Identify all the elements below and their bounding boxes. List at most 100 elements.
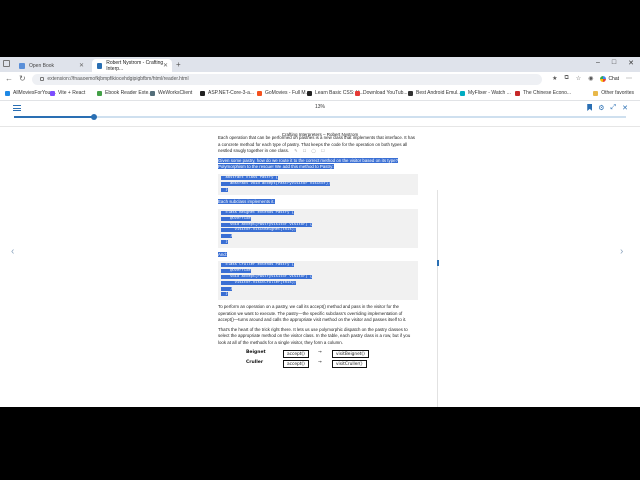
arrow-icon: → xyxy=(318,349,322,355)
code-block: class Cruller extends Pastry { @Override… xyxy=(218,261,418,301)
maximize-icon[interactable]: □ xyxy=(612,59,616,67)
bookmark-label: Vite + React xyxy=(58,90,86,96)
tab-crafting-interpreters[interactable]: Robert Nystrom - Crafting Interp... ✕ xyxy=(92,59,172,72)
highlighted-code[interactable]: class Cruller extends Pastry { @Override… xyxy=(221,263,313,297)
paragraph: That's the heart of the trick right ther… xyxy=(218,326,411,346)
settings-gear-icon[interactable]: ⚙ xyxy=(598,104,604,112)
book-page: Each operation that can be performed on … xyxy=(218,135,418,407)
bookmark-item[interactable]: Best Android Emul... xyxy=(408,90,461,96)
window-controls: – □ ✕ xyxy=(596,59,634,67)
close-window-icon[interactable]: ✕ xyxy=(628,59,634,67)
annotation-tools[interactable]: ✎ ☐ ◯ ☐ xyxy=(294,148,326,155)
bookmark-favicon-icon xyxy=(97,90,102,96)
code-block: class Beignet extends Pastry { @Override… xyxy=(218,208,418,248)
bookmark-label: The Chinese Econo... xyxy=(523,90,572,96)
reader-icons: ⚙ ⤢ ✕ xyxy=(587,104,628,112)
other-favorites-label: Other favorites xyxy=(601,90,634,96)
copilot-icon xyxy=(600,75,607,82)
back-icon[interactable]: ← xyxy=(5,74,13,83)
bookmark-item[interactable]: Vite + React xyxy=(50,90,85,96)
favorites-icon[interactable]: ☆ xyxy=(576,75,581,82)
bookmark-label: GoMovies - Full M... xyxy=(265,90,310,96)
tab-open-book[interactable]: Open Book ✕ xyxy=(14,59,88,72)
reader-favicon-icon xyxy=(97,62,103,69)
bookmark-item[interactable]: AllMoviesForYou ... xyxy=(5,90,56,96)
book-favicon-icon xyxy=(19,62,25,69)
paragraph: And: xyxy=(218,251,418,259)
visitor-diagram: Beignet accept() → visitBeignet() Crulle… xyxy=(218,349,418,370)
highlighted-text[interactable]: And: xyxy=(218,251,228,257)
bookmark-label: ASP.NET-Core-3-a... xyxy=(208,90,255,96)
highlighted-text[interactable]: Each subclass implements it. xyxy=(218,199,275,205)
more-icon[interactable]: ⋯ xyxy=(626,75,632,82)
fullscreen-icon[interactable]: ⤢ xyxy=(611,104,617,112)
bookmark-favicon-icon xyxy=(200,90,205,96)
bookmark-favicon-icon xyxy=(515,90,520,96)
diagram-box: visitCruller() xyxy=(332,359,367,368)
tab-label: Open Book xyxy=(29,62,55,69)
paragraph: To perform an operation on a pastry, we … xyxy=(218,304,407,323)
bookmarks-bar: Other favorites AllMoviesForYou ... Vite … xyxy=(0,87,640,101)
bookmark-favicon-icon xyxy=(307,90,312,96)
close-reader-icon[interactable]: ✕ xyxy=(622,104,628,112)
reader-toolbar: 13% ⚙ ⤢ ✕ xyxy=(0,101,640,127)
bookmark-label: Download YouTub... xyxy=(363,90,408,96)
address-bar: ← ↻ extension://fnaaoemofkjbmpfikiocehdg… xyxy=(0,72,640,87)
highlighted-text[interactable]: Given some pastry, how do we route it to… xyxy=(218,157,399,170)
next-page-icon[interactable]: › xyxy=(620,246,623,257)
diagram-box: visitBeignet() xyxy=(332,349,369,358)
tab-actions-icon[interactable] xyxy=(3,60,10,67)
bookmark-icon[interactable] xyxy=(587,104,593,111)
bookmark-item[interactable]: MyFlixer - Watch ... xyxy=(460,90,511,96)
diagram-row-label: Cruller xyxy=(246,359,264,365)
reload-icon[interactable]: ↻ xyxy=(19,74,26,83)
bookmark-item[interactable]: Download YouTub... xyxy=(355,90,408,96)
bookmark-label: MyFlixer - Watch ... xyxy=(468,90,511,96)
bookmark-item[interactable]: WeWorksClient xyxy=(150,90,192,96)
bookmark-label: Ebook Reader Exte... xyxy=(105,90,153,96)
tab-strip: Open Book ✕ Robert Nystrom - Crafting In… xyxy=(0,57,640,72)
bookmark-label: WeWorksClient xyxy=(158,90,193,96)
bookmark-item[interactable]: Ebook Reader Exte... xyxy=(97,90,153,96)
chat-label: Chat xyxy=(608,75,619,82)
bookmark-favicon-icon xyxy=(460,90,465,96)
url-text: extension://fnaaoemofkjbmpfikiocehdgipig… xyxy=(47,76,189,82)
arrow-icon: → xyxy=(318,359,322,365)
diagram-box: accept() xyxy=(283,349,309,358)
bookmark-item[interactable]: GoMovies - Full M... xyxy=(257,90,310,96)
star-icon[interactable]: ★ xyxy=(552,75,557,82)
new-tab-button[interactable]: + xyxy=(176,60,181,69)
other-favorites[interactable]: Other favorites xyxy=(593,90,634,96)
paragraph: Each subclass implements it. xyxy=(218,199,418,206)
folder-icon xyxy=(593,90,599,96)
toolbar-icons: ★ ⧉ ☆ ◉ Chat ⋯ xyxy=(552,75,632,82)
bookmark-favicon-icon xyxy=(5,90,10,96)
bookmark-favicon-icon xyxy=(257,90,262,96)
site-info-icon[interactable] xyxy=(40,76,44,81)
page-divider xyxy=(437,190,438,407)
close-tab-icon[interactable]: ✕ xyxy=(163,62,168,69)
progress-percent: 13% xyxy=(314,104,325,110)
table-of-contents-icon[interactable] xyxy=(13,105,21,111)
progress-slider[interactable] xyxy=(14,114,626,120)
bookmark-favicon-icon xyxy=(355,90,360,96)
profile-icon[interactable]: ◉ xyxy=(588,75,593,82)
progress-fill xyxy=(14,116,94,118)
prev-page-icon[interactable]: ‹ xyxy=(11,246,14,257)
progress-handle[interactable] xyxy=(90,114,97,120)
paragraph: Given some pastry, how do we route it to… xyxy=(218,157,418,171)
bookmark-item[interactable]: The Chinese Econo... xyxy=(515,90,571,96)
bookmark-item[interactable]: ASP.NET-Core-3-a... xyxy=(200,90,254,96)
extensions-icon[interactable]: ⧉ xyxy=(565,75,569,82)
bookmark-favicon-icon xyxy=(408,90,413,96)
chat-button[interactable]: Chat xyxy=(600,75,619,82)
bookmark-favicon-icon xyxy=(150,90,155,96)
url-field[interactable]: extension://fnaaoemofkjbmpfikiocehdgipig… xyxy=(32,74,542,85)
minimize-icon[interactable]: – xyxy=(596,59,600,67)
highlighted-code[interactable]: abstract class Pastry { abstract void ac… xyxy=(221,175,331,192)
close-tab-icon[interactable]: ✕ xyxy=(79,62,84,69)
bookmark-favicon-icon xyxy=(50,90,55,96)
paragraph: Each operation that can be performed on … xyxy=(218,135,418,155)
scroll-indicator xyxy=(437,260,439,266)
highlighted-code[interactable]: class Beignet extends Pastry { @Override… xyxy=(221,210,313,244)
